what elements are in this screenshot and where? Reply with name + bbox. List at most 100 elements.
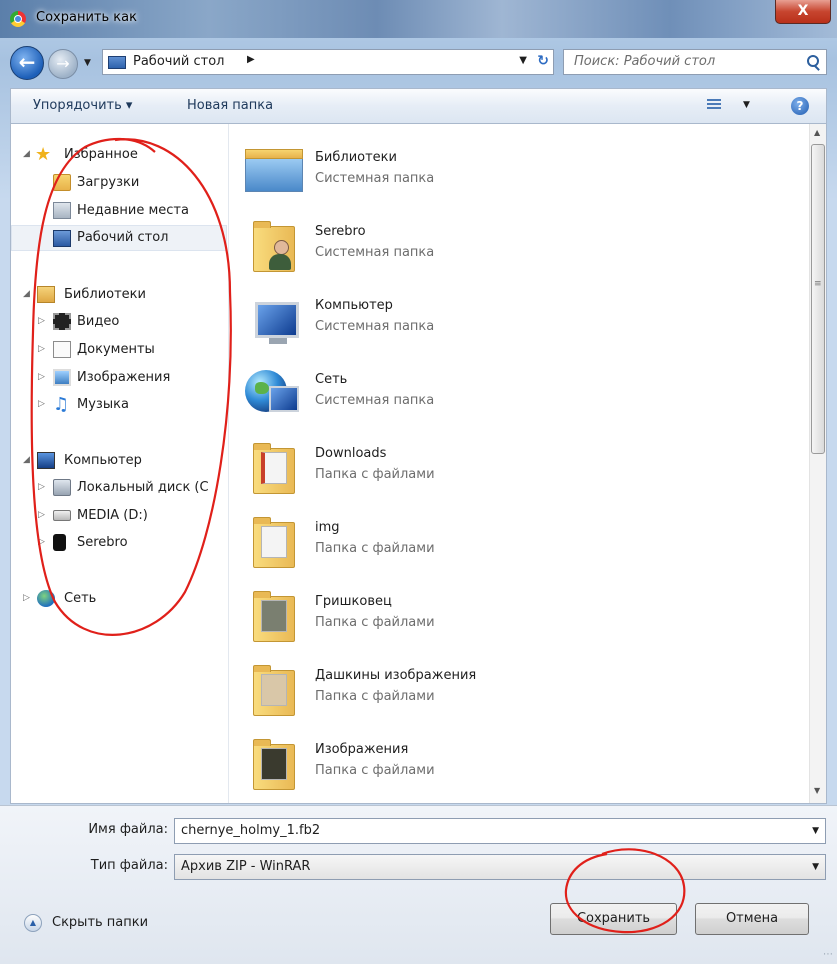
help-icon[interactable]: ?	[791, 97, 809, 115]
star-icon: ★	[35, 144, 52, 165]
collapsed-triangle-icon[interactable]: ▷	[38, 372, 45, 382]
nav-media-label: MEDIA (D:)	[77, 508, 148, 523]
filename-value[interactable]: chernye_holmy_1.fb2	[181, 823, 320, 838]
collapsed-triangle-icon[interactable]: ▷	[38, 399, 45, 409]
expanded-triangle-icon[interactable]: ◢	[23, 455, 30, 465]
view-dropdown-icon[interactable]: ▼	[743, 100, 750, 110]
cancel-button[interactable]: Отмена	[695, 903, 809, 935]
nav-documents[interactable]: ▷ Документы	[11, 337, 227, 363]
nav-local-disk[interactable]: ▷ Локальный диск (C	[11, 475, 227, 501]
nav-music[interactable]: ▷ ♫ Музыка	[11, 392, 227, 418]
file-name: Downloads	[315, 446, 387, 461]
nav-recent-places[interactable]: Недавние места	[11, 198, 227, 224]
recent-places-icon	[53, 202, 71, 219]
desktop-icon	[108, 56, 126, 69]
collapse-up-icon[interactable]: ▲	[24, 914, 42, 932]
filetype-dropdown-icon[interactable]: ▼	[812, 862, 819, 872]
scrollbar-grip-icon: ≡	[814, 279, 822, 289]
nav-downloads[interactable]: Загрузки	[11, 170, 227, 196]
file-item-network[interactable]: Сеть Системная папка	[229, 360, 799, 434]
local-disk-icon	[53, 479, 71, 496]
file-item-img[interactable]: img Папка с файлами	[229, 508, 799, 582]
save-button[interactable]: Сохранить	[550, 903, 677, 935]
file-item-dashka-images[interactable]: Дашкины изображения Папка с файлами	[229, 656, 799, 730]
file-item-grishkovets[interactable]: Гришковец Папка с файлами	[229, 582, 799, 656]
collapsed-triangle-icon[interactable]: ▷	[23, 593, 30, 603]
collapsed-triangle-icon[interactable]: ▷	[38, 344, 45, 354]
pictures-library-icon	[53, 369, 71, 386]
file-name: Сеть	[315, 372, 348, 387]
collapsed-triangle-icon[interactable]: ▷	[38, 316, 45, 326]
back-button[interactable]: ←	[10, 46, 44, 80]
file-item-libraries[interactable]: Библиотеки Системная папка	[229, 138, 799, 212]
file-item-images[interactable]: Изображения Папка с файлами	[229, 730, 799, 803]
nav-desktop-label: Рабочий стол	[77, 230, 169, 245]
filename-dropdown-icon[interactable]: ▼	[812, 826, 819, 836]
view-options-icon[interactable]	[707, 99, 721, 113]
nav-video[interactable]: ▷ Видео	[11, 309, 227, 335]
nav-network[interactable]: ▷ Сеть	[11, 586, 227, 612]
vertical-scrollbar[interactable]: ▲ ≡ ▼	[809, 124, 826, 803]
phone-icon	[53, 534, 66, 551]
nav-video-label: Видео	[77, 314, 120, 329]
breadcrumb-arrow-icon[interactable]: ▶	[247, 54, 255, 65]
nav-desktop[interactable]: Рабочий стол	[11, 225, 227, 251]
nav-local-disk-label: Локальный диск (C	[77, 480, 209, 495]
filename-field[interactable]: chernye_holmy_1.fb2 ▼	[174, 818, 826, 844]
scroll-down-icon[interactable]: ▼	[814, 786, 820, 795]
scrollbar-thumb[interactable]	[811, 144, 825, 454]
computer-icon	[37, 452, 55, 469]
chrome-icon	[10, 11, 26, 27]
network-icon	[243, 366, 303, 424]
search-input[interactable]: Поиск: Рабочий стол	[563, 49, 827, 75]
refresh-icon[interactable]: ↻	[537, 53, 549, 69]
nav-favorites[interactable]: ◢ ★ Избранное	[11, 142, 227, 168]
nav-pictures[interactable]: ▷ Изображения	[11, 365, 227, 391]
file-item-serebro[interactable]: Serebro Системная папка	[229, 212, 799, 286]
folder-icon	[243, 514, 303, 572]
file-item-downloads[interactable]: Downloads Папка с файлами	[229, 434, 799, 508]
file-name: Изображения	[315, 742, 409, 757]
organize-button[interactable]: Упорядочить ▾	[33, 98, 132, 113]
music-library-icon: ♫	[53, 394, 70, 415]
nav-serebro-device[interactable]: ▷ Serebro	[11, 530, 227, 556]
folder-icon	[243, 440, 303, 498]
new-folder-button[interactable]: Новая папка	[187, 98, 273, 113]
expanded-triangle-icon[interactable]: ◢	[23, 149, 30, 159]
nav-libraries-label: Библиотеки	[64, 287, 146, 302]
filetype-select[interactable]: Архив ZIP - WinRAR ▼	[174, 854, 826, 880]
forward-button[interactable]: →	[48, 49, 78, 79]
search-icon[interactable]	[804, 52, 820, 70]
nav-downloads-label: Загрузки	[77, 175, 140, 190]
address-dropdown-icon[interactable]: ▼	[519, 55, 527, 66]
nav-documents-label: Документы	[77, 342, 155, 357]
nav-libraries[interactable]: ◢ Библиотеки	[11, 282, 227, 308]
network-icon	[37, 590, 55, 607]
resize-grip-icon[interactable]: ⋯	[823, 949, 833, 960]
file-item-computer[interactable]: Компьютер Системная папка	[229, 286, 799, 360]
file-name: img	[315, 520, 340, 535]
file-type: Папка с файлами	[315, 689, 435, 704]
breadcrumb[interactable]: Рабочий стол	[133, 54, 224, 69]
close-button[interactable]: X	[775, 0, 831, 24]
file-list: Библиотеки Системная папка Serebro Систе…	[229, 124, 809, 803]
nav-computer[interactable]: ◢ Компьютер	[11, 448, 227, 474]
collapsed-triangle-icon[interactable]: ▷	[38, 482, 45, 492]
title-bar[interactable]: Сохранить как X	[0, 0, 837, 38]
user-folder-icon	[243, 218, 303, 276]
downloads-folder-icon	[53, 174, 71, 191]
recent-pages-dropdown-icon[interactable]: ▼	[84, 58, 91, 68]
collapsed-triangle-icon[interactable]: ▷	[38, 537, 45, 547]
nav-music-label: Музыка	[77, 397, 129, 412]
address-bar[interactable]: Рабочий стол ▶ ▼ ↻	[102, 49, 554, 75]
filename-label: Имя файла:	[88, 822, 168, 837]
file-type: Системная папка	[315, 319, 435, 334]
nav-recent-label: Недавние места	[77, 203, 189, 218]
file-type: Папка с файлами	[315, 541, 435, 556]
hide-folders-label[interactable]: Скрыть папки	[52, 915, 148, 930]
scroll-up-icon[interactable]: ▲	[814, 128, 820, 137]
nav-media-drive[interactable]: ▷ MEDIA (D:)	[11, 503, 227, 529]
collapsed-triangle-icon[interactable]: ▷	[38, 510, 45, 520]
expanded-triangle-icon[interactable]: ◢	[23, 289, 30, 299]
filetype-value: Архив ZIP - WinRAR	[181, 859, 311, 874]
